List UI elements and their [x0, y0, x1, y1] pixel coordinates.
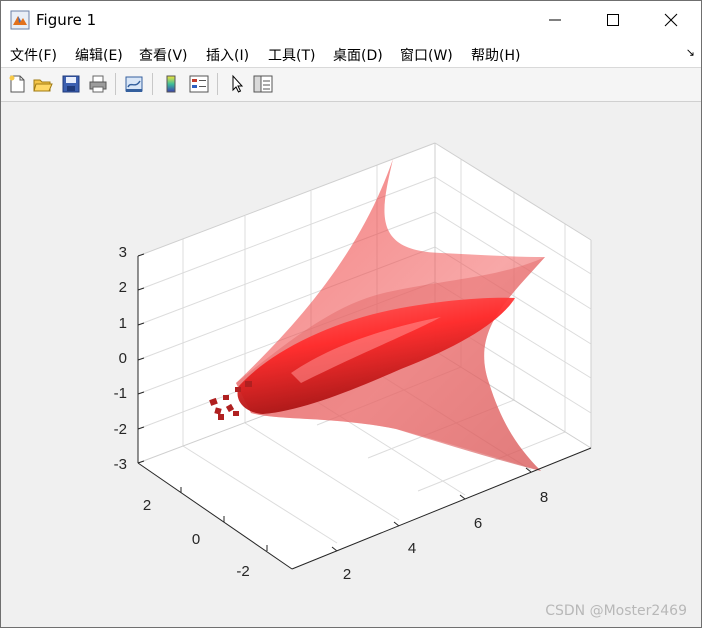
figure-window: Figure 1 文件(F) 编辑(E) 查看(V) 插入(I) 工具(T) 桌…: [0, 0, 702, 628]
x-tick-label: 6: [474, 515, 482, 532]
y-tick-label: 2: [143, 497, 151, 514]
maximize-icon: [607, 14, 619, 26]
z-tick-label: 3: [119, 244, 127, 261]
z-tick-label: -2: [114, 421, 127, 438]
close-button[interactable]: [642, 1, 700, 39]
x-tick-label: 4: [408, 540, 416, 557]
property-inspector-icon[interactable]: [252, 73, 274, 95]
open-file-icon[interactable]: [32, 73, 54, 95]
minimize-icon: [549, 19, 561, 21]
x-tick-label: 8: [540, 489, 548, 506]
menu-edit[interactable]: 编辑(E): [75, 45, 123, 65]
axes-3d[interactable]: 3 2 1 0 -1 -2 -3 2 0 -2 2 4 6 8: [1, 102, 701, 627]
menu-help[interactable]: 帮助(H): [471, 45, 520, 65]
x-tick-label: 2: [343, 566, 351, 583]
figure-canvas[interactable]: 3 2 1 0 -1 -2 -3 2 0 -2 2 4 6 8: [1, 102, 701, 627]
minimize-button[interactable]: [526, 1, 584, 39]
toolbar-separator: [217, 73, 218, 95]
edit-plot-icon[interactable]: [226, 73, 248, 95]
menu-bar: 文件(F) 编辑(E) 查看(V) 插入(I) 工具(T) 桌面(D) 窗口(W…: [1, 39, 701, 68]
menu-tools[interactable]: 工具(T): [268, 45, 315, 65]
menu-window[interactable]: 窗口(W): [400, 45, 453, 65]
menu-file[interactable]: 文件(F): [10, 45, 57, 65]
z-tick-label: 0: [119, 350, 127, 367]
legend-icon[interactable]: [188, 73, 210, 95]
title-bar: Figure 1: [1, 1, 701, 39]
y-tick-label: -2: [236, 563, 249, 580]
z-tick-label: 2: [119, 279, 127, 296]
window-title: Figure 1: [36, 11, 97, 29]
watermark-text: CSDN @Moster2469: [545, 603, 687, 619]
z-tick-label: -1: [114, 385, 127, 402]
print-icon[interactable]: [87, 73, 109, 95]
new-figure-icon[interactable]: [6, 73, 28, 95]
colorbar-icon[interactable]: [160, 73, 182, 95]
save-icon[interactable]: [60, 73, 82, 95]
y-tick-label: 0: [192, 531, 200, 548]
z-tick-label: 1: [119, 315, 127, 332]
menu-desktop[interactable]: 桌面(D): [333, 45, 383, 65]
z-tick-label: -3: [114, 456, 127, 473]
menu-view[interactable]: 查看(V): [139, 45, 188, 65]
link-plot-icon[interactable]: [123, 73, 145, 95]
toolbar-separator: [115, 73, 116, 95]
close-icon: [664, 13, 678, 27]
matlab-icon: [10, 10, 30, 30]
toolbar-separator: [152, 73, 153, 95]
maximize-button[interactable]: [584, 1, 642, 39]
menu-overflow-icon[interactable]: ↘: [686, 46, 695, 59]
menu-insert[interactable]: 插入(I): [206, 45, 249, 65]
toolbar: [1, 68, 701, 102]
